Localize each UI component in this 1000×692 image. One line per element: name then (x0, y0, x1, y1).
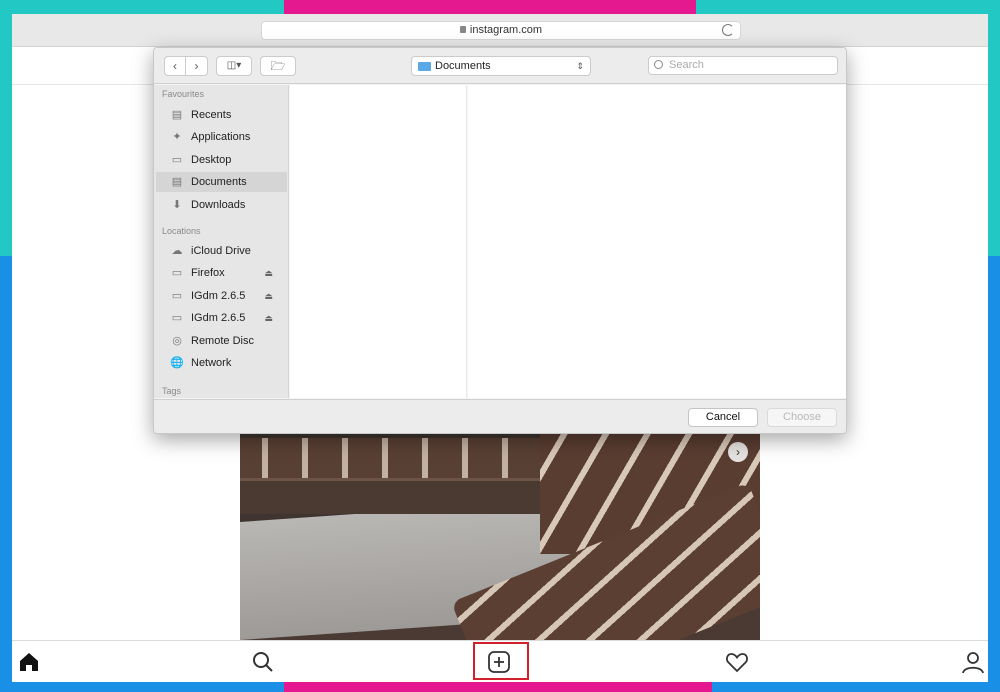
desktop-icon: ▭ (171, 154, 183, 166)
eject-icon[interactable]: ⏏ (264, 286, 273, 306)
sidebar-item-label: Documents (191, 176, 247, 188)
heart-icon[interactable] (724, 649, 750, 675)
forward-button[interactable]: › (186, 56, 208, 76)
new-folder-button[interactable]: 🗁 (260, 56, 296, 76)
applications-icon: ✦ (172, 131, 182, 143)
disk-icon: ▭ (171, 267, 183, 279)
address-bar[interactable]: instagram.com (261, 21, 741, 40)
url-text: instagram.com (469, 24, 543, 36)
new-folder-icon: 🗁 (270, 59, 286, 73)
chevron-right-icon[interactable]: › (728, 442, 748, 462)
dialog-footer: Cancel Choose (154, 399, 846, 433)
disk-icon: ▭ (171, 290, 183, 302)
lock-icon (459, 26, 466, 33)
documents-icon: ▤ (171, 176, 183, 188)
sidebar-item-downloads[interactable]: ⬇ Downloads (156, 195, 287, 215)
sidebar-item-igdm-2[interactable]: ▭ IGdm 2.6.5 ⏏ (156, 308, 287, 328)
profile-icon[interactable] (960, 649, 986, 675)
search-placeholder: Search (669, 59, 704, 71)
address-text-wrap: instagram.com (262, 22, 740, 39)
recents-icon: ▤ (171, 109, 183, 121)
chevron-left-icon: ‹ (173, 59, 177, 73)
updown-icon: ⇕ (576, 61, 584, 71)
downloads-icon: ⬇ (172, 199, 182, 211)
sidebar-item-label: iCloud Drive (191, 245, 251, 257)
eject-icon[interactable]: ⏏ (264, 263, 273, 283)
new-post-icon[interactable] (486, 649, 512, 675)
favourites-heading: Favourites (162, 89, 205, 99)
back-button[interactable]: ‹ (164, 56, 186, 76)
sidebar-item-documents[interactable]: ▤ Documents (156, 172, 287, 192)
view-mode-button[interactable]: ◫▾ (216, 56, 252, 76)
sidebar-item-label: Applications (191, 131, 251, 143)
photo-sofa-seat (240, 478, 540, 514)
sidebar-item-network[interactable]: 🌐 Network (156, 353, 287, 373)
file-column-2[interactable] (468, 85, 846, 398)
dialog-sidebar: Favourites ▤ Recents ✦ Applications ▭ De… (154, 85, 289, 398)
network-icon: 🌐 (170, 357, 184, 369)
browser-toolbar: instagram.com (12, 14, 988, 47)
sidebar-item-label: Remote Disc (191, 335, 254, 347)
sidebar-item-label: Recents (191, 109, 232, 121)
search-icon[interactable] (250, 649, 276, 675)
cloud-icon: ☁ (171, 245, 183, 257)
sidebar-item-recents[interactable]: ▤ Recents (156, 105, 287, 125)
chevron-right-icon: › (194, 59, 199, 73)
search-icon (654, 60, 663, 69)
sidebar-item-igdm-1[interactable]: ▭ IGdm 2.6.5 ⏏ (156, 286, 287, 306)
sidebar-item-desktop[interactable]: ▭ Desktop (156, 150, 287, 170)
sidebar-item-remote-disc[interactable]: ◎ Remote Disc (156, 331, 287, 351)
post-photo: › (240, 434, 760, 640)
sidebar-item-label: Network (191, 357, 232, 369)
sidebar-item-label: IGdm 2.6.5 (191, 290, 246, 302)
file-column-1[interactable] (290, 85, 467, 398)
location-select-value: Documents (435, 60, 491, 72)
file-open-dialog: ‹ › ◫▾ 🗁 Documents ⇕ Search Favourites ▤… (153, 47, 847, 434)
disc-icon: ◎ (172, 335, 182, 347)
choose-button[interactable]: Choose (767, 408, 837, 427)
bottom-nav (12, 640, 988, 682)
dialog-toolbar: ‹ › ◫▾ 🗁 Documents ⇕ Search (154, 48, 846, 84)
folder-icon (418, 62, 431, 71)
sidebar-item-label: Desktop (191, 154, 232, 166)
frame-pink-bottom-band (284, 682, 712, 692)
cancel-button[interactable]: Cancel (688, 408, 758, 427)
search-input[interactable]: Search (648, 56, 838, 75)
sidebar-item-firefox[interactable]: ▭ Firefox ⏏ (156, 263, 287, 283)
home-icon[interactable] (16, 649, 42, 675)
frame-pink-top-band (284, 0, 696, 14)
eject-icon[interactable]: ⏏ (264, 308, 273, 328)
sidebar-item-label: Downloads (191, 199, 246, 211)
columns-view-icon: ◫▾ (226, 60, 242, 71)
sidebar-item-label: Firefox (191, 267, 225, 279)
reload-icon[interactable] (722, 24, 734, 36)
locations-heading: Locations (162, 226, 201, 236)
sidebar-item-icloud-drive[interactable]: ☁ iCloud Drive (156, 241, 287, 261)
sidebar-item-applications[interactable]: ✦ Applications (156, 127, 287, 147)
tags-heading: Tags (162, 386, 182, 396)
sidebar-item-label: IGdm 2.6.5 (191, 312, 246, 324)
location-select[interactable]: Documents ⇕ (411, 56, 591, 76)
disk-icon: ▭ (171, 312, 183, 324)
